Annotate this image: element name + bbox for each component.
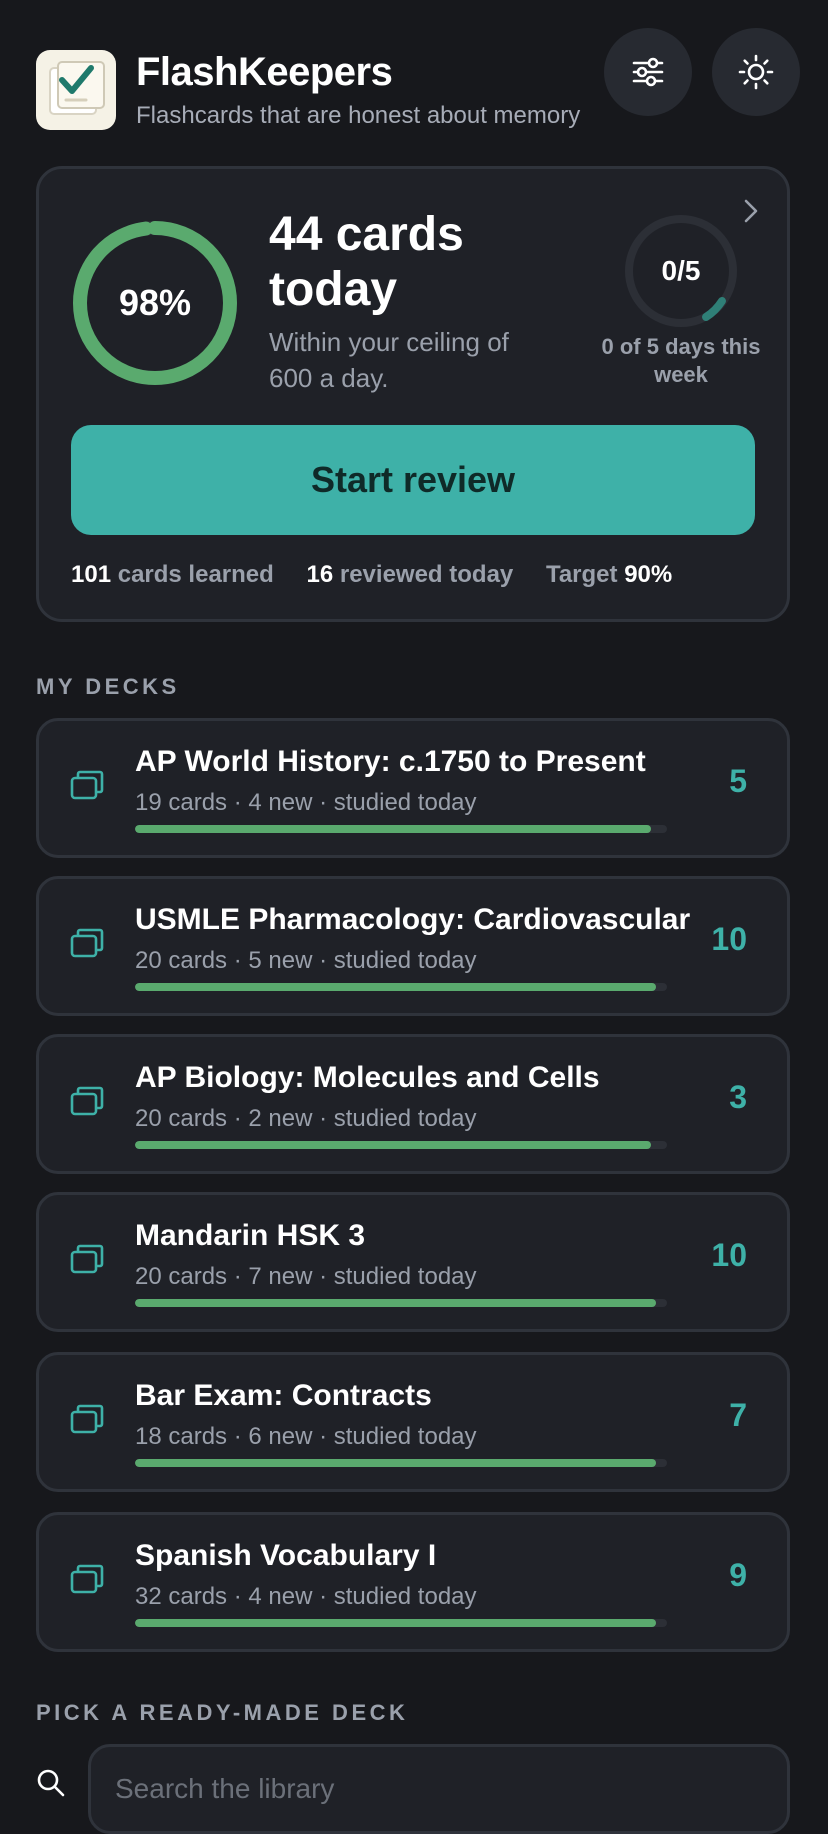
deck-stack-icon [69, 769, 105, 806]
deck-progress-fill [135, 1299, 657, 1307]
library-search-input[interactable] [88, 1744, 790, 1834]
deck-meta: 20 cards · 7 new · studied today [135, 1263, 477, 1290]
deck-progress-bar [135, 825, 667, 833]
deck-progress-fill [135, 983, 657, 991]
deck-card[interactable]: Bar Exam: Contracts 18 cards · 6 new · st… [36, 1352, 790, 1492]
cards-today-heading: 44 cards today [269, 208, 464, 316]
deck-progress-fill [135, 1619, 657, 1627]
deck-meta: 32 cards · 4 new · studied today [135, 1583, 477, 1610]
deck-due-count: 3 [729, 1079, 747, 1115]
retention-percent: 98% [118, 282, 192, 323]
stats-row: 101 cards learned 16 reviewed today Targ… [71, 561, 771, 589]
theme-toggle-button[interactable] [712, 28, 800, 116]
deck-progress-bar [135, 1619, 667, 1627]
app-header: FlashKeepers Flashcards that are honest … [36, 28, 800, 130]
start-review-button[interactable]: Start review [71, 425, 755, 535]
deck-title: USMLE Pharmacology: Cardiovascular [135, 903, 691, 936]
deck-due-count: 10 [711, 1237, 747, 1273]
deck-stack-icon [69, 1085, 105, 1122]
deck-title: AP World History: c.1750 to Present [135, 745, 646, 778]
deck-progress-bar [135, 1299, 667, 1307]
reviewed-stat: 16 reviewed today [306, 561, 514, 588]
deck-due-count: 5 [729, 763, 747, 799]
deck-progress-bar [135, 1141, 667, 1149]
deck-stack-icon [69, 1403, 105, 1440]
app-title: FlashKeepers [136, 50, 393, 94]
search-icon [36, 1768, 66, 1803]
sun-icon [738, 54, 774, 90]
deck-progress-fill [135, 1141, 652, 1149]
deck-title: Bar Exam: Contracts [135, 1379, 432, 1412]
daily-ceiling-text: Within your ceiling of 600 a day. [269, 327, 509, 393]
deck-meta: 18 cards · 6 new · studied today [135, 1423, 477, 1450]
deck-card[interactable]: USMLE Pharmacology: Cardiovascular 20 car… [36, 876, 790, 1016]
app-logo-icon [36, 50, 116, 130]
deck-meta: 20 cards · 2 new · studied today [135, 1105, 477, 1132]
deck-stack-icon [69, 1243, 105, 1280]
deck-progress-bar [135, 983, 667, 991]
deck-title: AP Biology: Molecules and Cells [135, 1061, 600, 1094]
today-summary-card: 98% 44 cards today Within your ceiling o… [36, 166, 790, 622]
deck-title: Mandarin HSK 3 [135, 1219, 366, 1252]
deck-progress-fill [135, 1459, 657, 1467]
target-stat: Target 90% [545, 561, 673, 588]
chevron-right-icon[interactable] [739, 197, 763, 230]
deck-card[interactable]: Spanish Vocabulary I 32 cards · 4 new · s… [36, 1512, 790, 1652]
deck-card[interactable]: AP World History: c.1750 to Present 19 ca… [36, 718, 790, 858]
app-subtitle: Flashcards that are honest about memory [136, 102, 581, 129]
learned-stat: 101 cards learned [71, 561, 274, 588]
settings-button[interactable] [604, 28, 692, 116]
retention-ring: 98% [71, 219, 239, 387]
ready-made-heading: PICK A READY-MADE DECK [36, 1700, 409, 1725]
sliders-icon [632, 57, 664, 87]
deck-card[interactable]: Mandarin HSK 3 20 cards · 7 new · studied… [36, 1192, 790, 1332]
deck-stack-icon [69, 1563, 105, 1600]
deck-card[interactable]: AP Biology: Molecules and Cells 20 cards … [36, 1034, 790, 1174]
week-progress-label: 0/5 [661, 255, 701, 286]
deck-meta: 19 cards · 4 new · studied today [135, 789, 477, 816]
my-decks-heading: MY DECKS [36, 674, 180, 699]
deck-due-count: 9 [729, 1557, 747, 1593]
deck-progress-fill [135, 825, 652, 833]
deck-due-count: 7 [729, 1397, 747, 1433]
deck-meta: 20 cards · 5 new · studied today [135, 947, 477, 974]
week-caption: 0 of 5 days this week [601, 334, 761, 387]
deck-due-count: 10 [711, 921, 747, 957]
deck-stack-icon [69, 927, 105, 964]
deck-progress-bar [135, 1459, 667, 1467]
weekly-streak-ring[interactable]: 0/5 [623, 213, 739, 329]
deck-title: Spanish Vocabulary I [135, 1539, 437, 1572]
